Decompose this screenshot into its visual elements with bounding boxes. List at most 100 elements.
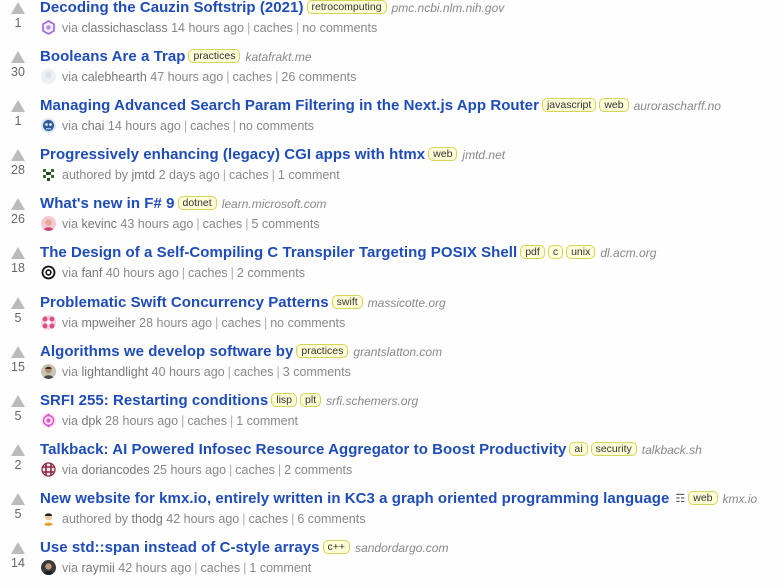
upvote-arrow-icon[interactable] (11, 443, 25, 456)
tag-badge[interactable]: dotnet (177, 196, 217, 211)
comments-link[interactable]: 3 comments (283, 365, 351, 379)
upvote-arrow-icon[interactable] (11, 198, 25, 211)
upvote-arrow-icon[interactable] (11, 149, 25, 162)
upvote-arrow-icon[interactable] (11, 51, 25, 64)
comments-link[interactable]: 6 comments (297, 512, 365, 526)
caches-link[interactable]: caches (235, 463, 275, 477)
story-domain[interactable]: massicotte.org (368, 296, 446, 310)
upvote-arrow-icon[interactable] (11, 345, 25, 358)
purple-hex-icon[interactable] (41, 20, 56, 35)
tag-badge[interactable]: lisp (271, 392, 298, 407)
pink-pattern-icon[interactable] (41, 314, 56, 330)
comments-link[interactable]: 2 comments (237, 266, 305, 280)
submitter-username[interactable]: classichasclass (81, 21, 167, 35)
story-domain[interactable]: aurorascharff.no (634, 99, 721, 113)
blank-avatar-icon[interactable] (41, 69, 56, 85)
caches-link[interactable]: caches (234, 365, 274, 379)
comments-link[interactable]: no comments (302, 21, 377, 35)
submitter-username[interactable]: lightandlight (81, 365, 148, 379)
upvote-arrow-icon[interactable] (11, 394, 25, 407)
tag-badge[interactable]: retrocomputing (306, 0, 387, 14)
story-title-link[interactable]: Use std::span instead of C-style arrays (40, 539, 320, 556)
upvote-arrow-icon[interactable] (11, 247, 25, 260)
comments-link[interactable]: 26 comments (281, 70, 356, 84)
tag-badge[interactable]: plt (300, 392, 322, 407)
blue-robot-icon[interactable] (41, 118, 56, 134)
story-title-link[interactable]: SRFI 255: Restarting conditions (40, 392, 268, 409)
story-title-link[interactable]: Algorithms we develop software by (40, 343, 293, 360)
portrait-man-icon[interactable] (41, 363, 56, 379)
upvote-arrow-icon[interactable] (11, 542, 25, 555)
submitter-username[interactable]: raymii (81, 561, 114, 575)
submitter-username[interactable]: doriancodes (81, 463, 149, 477)
story-domain[interactable]: pmc.ncbi.nlm.nih.gov (392, 1, 505, 15)
caches-link[interactable]: caches (190, 119, 230, 133)
caches-link[interactable]: caches (249, 512, 289, 526)
story-title-link[interactable]: Managing Advanced Search Param Filtering… (40, 97, 539, 114)
comments-link[interactable]: 5 comments (251, 217, 319, 231)
tag-badge[interactable]: ai (569, 441, 588, 456)
tag-badge[interactable]: javascript (541, 98, 597, 113)
story-title-link[interactable]: Progressively enhancing (legacy) CGI app… (40, 146, 425, 163)
tag-badge[interactable]: web (428, 147, 458, 162)
story-domain[interactable]: katafrakt.me (245, 50, 311, 64)
story-title-link[interactable]: Problematic Swift Concurrency Patterns (40, 294, 329, 311)
comments-link[interactable]: no comments (270, 316, 345, 330)
submitter-username[interactable]: kevinc (81, 217, 116, 231)
submitter-username[interactable]: fanf (81, 266, 102, 280)
upvote-arrow-icon[interactable] (11, 492, 25, 505)
tag-badge[interactable]: unix (566, 245, 596, 260)
upvote-arrow-icon[interactable] (11, 2, 25, 14)
maroon-grid-icon[interactable] (41, 461, 56, 477)
comments-link[interactable]: 1 comment (278, 168, 340, 182)
comments-link[interactable]: 1 comment (249, 561, 311, 575)
tag-badge[interactable]: pdf (520, 245, 545, 260)
upvote-arrow-icon[interactable] (11, 296, 25, 309)
submitter-username[interactable]: dpk (81, 414, 101, 428)
magenta-flower-icon[interactable] (41, 412, 56, 428)
submitter-username[interactable]: chai (81, 119, 104, 133)
comments-link[interactable]: 2 comments (284, 463, 352, 477)
upvote-arrow-icon[interactable] (11, 100, 25, 113)
portrait-cartoon-icon[interactable] (41, 510, 56, 526)
story-title-link[interactable]: New website for kmx.io, entirely written… (40, 490, 669, 507)
green-pixel-icon[interactable] (41, 167, 56, 183)
story-title-link[interactable]: The Design of a Self-Compiling C Transpi… (40, 244, 517, 261)
portrait-pink-icon[interactable] (41, 216, 56, 232)
tag-badge[interactable]: security (590, 441, 637, 456)
caches-link[interactable]: caches (233, 70, 273, 84)
submitter-username[interactable]: jmtd (132, 168, 156, 182)
tag-badge[interactable]: c (547, 245, 564, 260)
story-title-link[interactable]: Booleans Are a Trap (40, 48, 185, 65)
tag-badge[interactable]: practices (188, 49, 241, 64)
tag-badge[interactable]: web (599, 98, 629, 113)
story-domain[interactable]: dl.acm.org (600, 246, 656, 260)
tag-badge[interactable]: practices (296, 343, 349, 358)
tag-badge[interactable]: web (688, 490, 718, 505)
story-domain[interactable]: srfi.schemers.org (326, 394, 418, 408)
portrait-dark-icon[interactable] (41, 560, 56, 576)
story-title-link[interactable]: Talkback: AI Powered Infosec Resource Ag… (40, 441, 566, 458)
comments-link[interactable]: 1 comment (236, 414, 298, 428)
story-domain[interactable]: jmtd.net (462, 148, 505, 162)
caches-link[interactable]: caches (253, 21, 293, 35)
caches-link[interactable]: caches (187, 414, 227, 428)
tag-badge[interactable]: swift (331, 294, 363, 309)
story-domain[interactable]: learn.microsoft.com (222, 197, 327, 211)
caches-link[interactable]: caches (229, 168, 269, 182)
submitter-username[interactable]: thodg (132, 512, 163, 526)
story-title-link[interactable]: What's new in F# 9 (40, 195, 175, 212)
caches-link[interactable]: caches (201, 561, 241, 575)
story-domain[interactable]: kmx.io (723, 492, 758, 506)
comments-link[interactable]: no comments (239, 119, 314, 133)
caches-link[interactable]: caches (203, 217, 243, 231)
tag-badge[interactable]: c++ (322, 540, 351, 555)
submitter-username[interactable]: calebhearth (81, 70, 146, 84)
at-sign-icon[interactable] (41, 265, 56, 281)
submitter-username[interactable]: mpweiher (81, 316, 135, 330)
story-domain[interactable]: grantslatton.com (353, 345, 442, 359)
story-domain[interactable]: talkback.sh (642, 443, 702, 457)
story-domain[interactable]: sandordargo.com (355, 541, 448, 555)
caches-link[interactable]: caches (188, 266, 228, 280)
caches-link[interactable]: caches (221, 316, 261, 330)
